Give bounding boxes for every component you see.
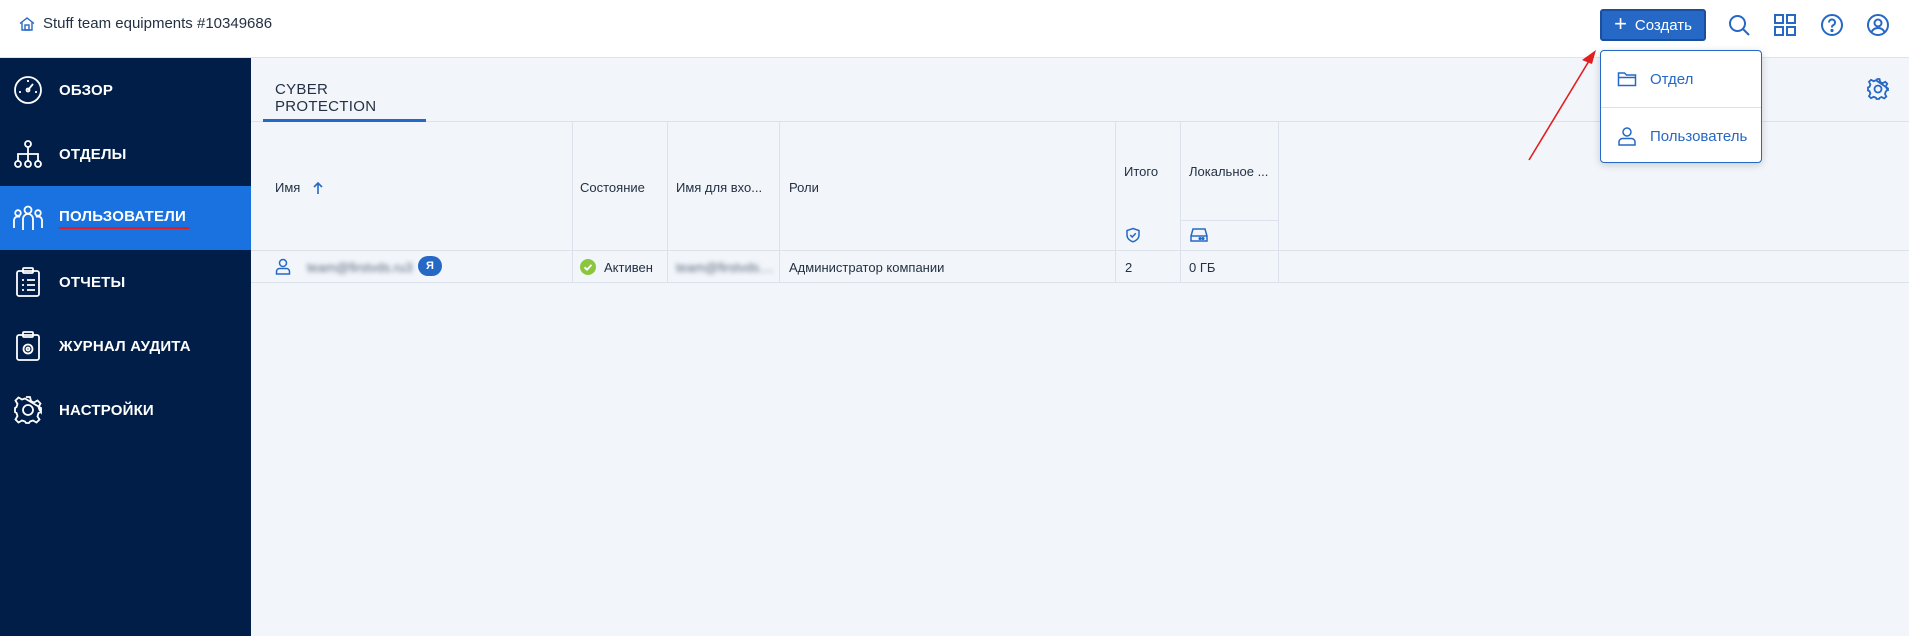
sidebar-item-label: ОТДЕЛЫ [59, 145, 127, 163]
user-state: Активен [604, 260, 653, 275]
disk-drive-icon [1190, 228, 1208, 242]
sidebar-item-label: НАСТРОЙКИ [59, 401, 154, 419]
me-badge: Я [418, 256, 442, 276]
column-header-name[interactable]: Имя [275, 180, 324, 195]
status-ok-icon [580, 259, 596, 275]
tab-label: CYBER PROTECTION [275, 81, 377, 115]
building-icon [19, 16, 35, 31]
org-tree-icon [14, 140, 42, 168]
create-button[interactable]: + Создать [1600, 9, 1706, 41]
tab-cyber-protection[interactable]: CYBER PROTECTION [263, 58, 426, 122]
sidebar: ОБЗОР ОТДЕЛЫ ПОЛЬЗОВАТЕЛИ ОТЧЕТЫ ЖУРНАЛ … [0, 58, 251, 636]
help-icon [1821, 14, 1843, 36]
search-icon [1729, 15, 1750, 36]
sort-ascending-icon [313, 181, 323, 194]
clipboard-report-icon [16, 267, 40, 297]
audit-log-icon [16, 331, 40, 361]
menu-item-label: Отдел [1650, 70, 1694, 88]
users-group-icon [13, 205, 43, 230]
sidebar-item-overview[interactable]: ОБЗОР [0, 58, 251, 122]
tenant-name: Stuff team equipments #10349686 [43, 15, 273, 32]
column-header-login[interactable]: Имя для вхо... [676, 180, 762, 195]
sidebar-item-label: ОБЗОР [59, 81, 114, 99]
user-local-storage: 0 ГБ [1189, 260, 1216, 275]
sidebar-item-audit-log[interactable]: ЖУРНАЛ АУДИТА [0, 314, 251, 378]
plus-icon: + [1614, 11, 1627, 36]
grid-icon [1774, 14, 1796, 36]
sidebar-item-settings[interactable]: НАСТРОЙКИ [0, 378, 251, 442]
folder-icon [1617, 72, 1637, 87]
column-header-local[interactable]: Локальное ... [1189, 164, 1268, 179]
sidebar-item-users[interactable]: ПОЛЬЗОВАТЕЛИ [0, 186, 251, 250]
tenant-selector[interactable]: Stuff team equipments #10349686 [19, 15, 272, 32]
create-dropdown-menu: Отдел Пользователь [1600, 50, 1762, 163]
user-icon [275, 258, 291, 275]
menu-item-department[interactable]: Отдел [1601, 51, 1761, 107]
user-name: team@firstvds.ru3 [307, 260, 413, 275]
apps-button[interactable] [1771, 11, 1799, 39]
annotation-arrow [1528, 50, 1596, 161]
sidebar-item-departments[interactable]: ОТДЕЛЫ [0, 122, 251, 186]
user-total: 2 [1125, 260, 1133, 275]
sidebar-item-label: ОТЧЕТЫ [59, 273, 126, 291]
account-icon [1867, 14, 1889, 36]
user-roles: Администратор компании [789, 260, 945, 275]
create-button-label: Создать [1634, 16, 1692, 34]
help-button[interactable] [1818, 11, 1846, 39]
table-row[interactable]: team@firstvds.ru3 Я Активен team@firstvd… [251, 251, 1909, 282]
column-header-roles[interactable]: Роли [789, 180, 819, 195]
sidebar-item-reports[interactable]: ОТЧЕТЫ [0, 250, 251, 314]
sidebar-item-label: ПОЛЬЗОВАТЕЛИ [59, 208, 189, 229]
user-icon [1618, 127, 1636, 146]
column-header-state[interactable]: Состояние [580, 180, 645, 195]
account-button[interactable] [1864, 11, 1892, 39]
settings-gear-icon[interactable] [1866, 77, 1890, 101]
column-header-total[interactable]: Итого [1124, 164, 1158, 179]
gear-icon [14, 396, 42, 424]
menu-item-label: Пользователь [1650, 127, 1748, 145]
sidebar-item-label: ЖУРНАЛ АУДИТА [59, 337, 191, 355]
shield-icon [1126, 227, 1140, 243]
user-login: team@firstvds.... [676, 260, 774, 275]
search-button[interactable] [1725, 11, 1753, 39]
menu-item-user[interactable]: Пользователь [1601, 108, 1761, 164]
dashboard-gauge-icon [14, 76, 42, 104]
